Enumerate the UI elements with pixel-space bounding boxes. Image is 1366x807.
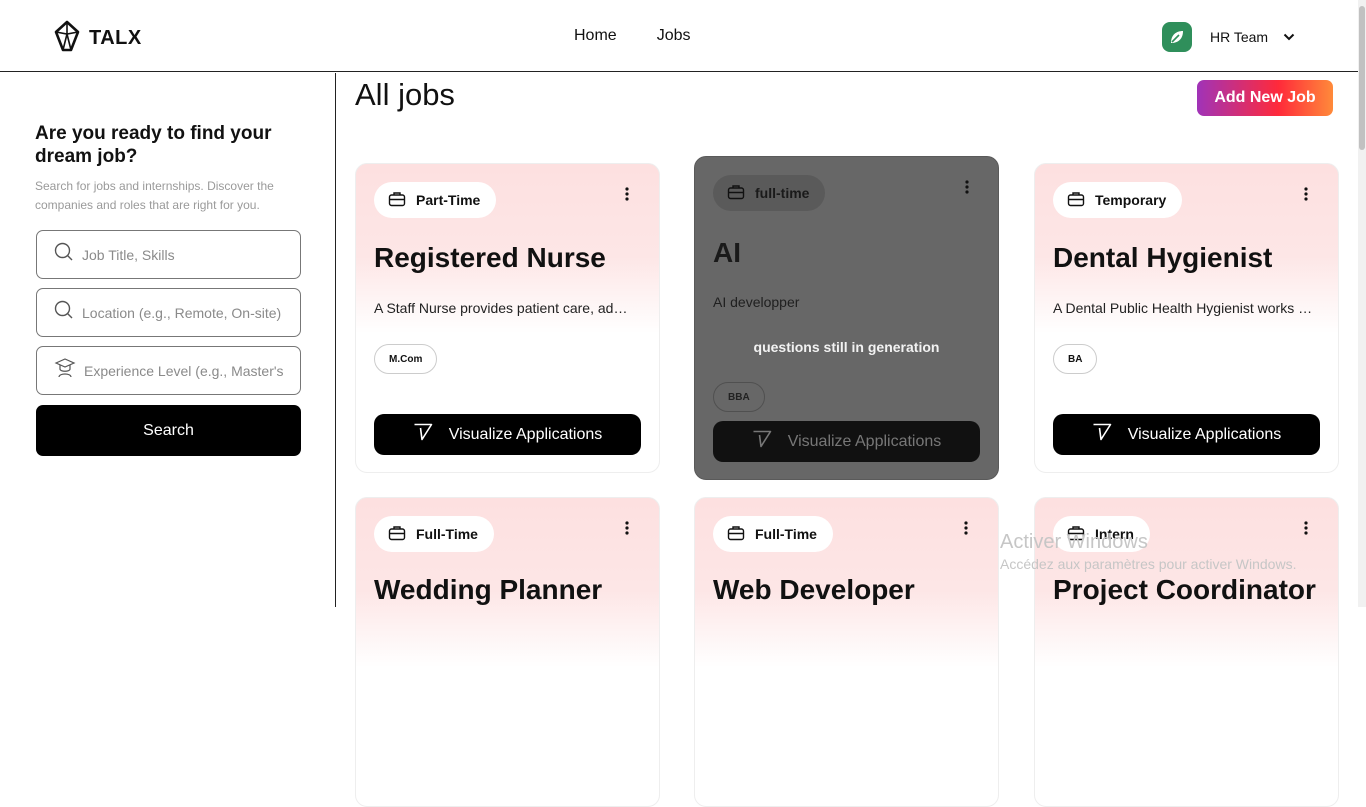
scrollbar-thumb[interactable]	[1359, 6, 1365, 150]
degree-chip: BA	[1053, 344, 1098, 374]
job-title: Wedding Planner	[374, 574, 603, 605]
more-options-icon[interactable]	[620, 520, 634, 536]
job-type-label: Intern	[1095, 526, 1134, 542]
briefcase-icon	[388, 525, 406, 544]
top-header: TALX Home Jobs HR Team	[0, 0, 1358, 72]
graduate-icon	[54, 357, 76, 384]
job-card[interactable]: Full-Time Web Developer	[694, 497, 999, 807]
page-title: All jobs	[355, 77, 455, 112]
funnel-icon	[413, 423, 433, 446]
more-options-icon[interactable]	[959, 520, 973, 536]
briefcase-icon	[1067, 191, 1085, 210]
sidebar-description: Search for jobs and internships. Discove…	[35, 179, 274, 212]
page-scrollbar[interactable]	[1358, 0, 1366, 607]
add-new-job-button[interactable]: Add New Job	[1197, 80, 1333, 116]
job-description: AI developper	[713, 294, 800, 310]
user-name[interactable]: HR Team	[1210, 29, 1268, 45]
chevron-down-icon[interactable]	[1282, 30, 1296, 44]
more-options-icon[interactable]	[1299, 186, 1313, 202]
job-type-label: Full-Time	[755, 526, 817, 542]
more-options-icon[interactable]	[620, 186, 634, 202]
job-type-badge: Intern	[1053, 516, 1150, 552]
funnel-icon	[752, 430, 772, 453]
job-title-input[interactable]	[82, 246, 282, 263]
briefcase-icon	[727, 184, 745, 203]
job-type-badge: Full-Time	[713, 516, 833, 552]
briefcase-icon	[1067, 525, 1085, 544]
job-title-field[interactable]	[36, 230, 301, 279]
location-input[interactable]	[82, 304, 282, 321]
job-type-badge: Temporary	[1053, 182, 1183, 218]
job-type-label: full-time	[755, 185, 810, 201]
degree-chip: M.Com	[374, 344, 438, 374]
job-card[interactable]: Full-Time Wedding Planner	[355, 497, 660, 807]
experience-field[interactable]	[36, 346, 301, 395]
job-type-badge: full-time	[713, 175, 826, 211]
degree-chip: BBA	[713, 382, 765, 412]
job-description: A Dental Public Health Hygienist works t…	[1053, 300, 1315, 316]
logo-icon	[53, 20, 81, 57]
sidebar-title: Are you ready to find your dream job?	[35, 123, 272, 167]
job-card[interactable]: Temporary Dental Hygienist A Dental Publ…	[1034, 163, 1339, 473]
job-type-badge: Full-Time	[374, 516, 494, 552]
briefcase-icon	[388, 191, 406, 210]
job-title: Registered Nurse	[374, 242, 606, 273]
search-icon	[54, 300, 74, 325]
nav-jobs[interactable]: Jobs	[657, 27, 691, 45]
logo-text: TALX	[89, 27, 142, 49]
visualize-applications-button[interactable]: Visualize Applications	[374, 414, 641, 455]
nav-home[interactable]: Home	[574, 27, 617, 45]
leaf-icon	[1171, 31, 1183, 43]
main-nav: Home Jobs	[574, 27, 690, 45]
job-title: Project Coordinator	[1053, 574, 1316, 605]
visualize-applications-button[interactable]: Visualize Applications	[1053, 414, 1320, 455]
more-options-icon[interactable]	[1299, 520, 1313, 536]
job-type-label: Full-Time	[416, 526, 478, 542]
job-title: Dental Hygienist	[1053, 242, 1273, 273]
logo[interactable]: TALX	[53, 20, 142, 57]
visualize-applications-button[interactable]: Visualize Applications	[713, 421, 980, 462]
funnel-icon	[1092, 423, 1112, 446]
job-card[interactable]: Intern Project Coordinator	[1034, 497, 1339, 807]
job-type-label: Temporary	[1095, 192, 1167, 208]
visualize-label: Visualize Applications	[787, 432, 942, 450]
job-title: AI	[713, 237, 741, 268]
job-type-badge: Part-Time	[374, 182, 497, 218]
job-card[interactable]: Part-Time Registered Nurse A Staff Nurse…	[355, 163, 660, 473]
search-sidebar: Are you ready to find your dream job? Se…	[0, 73, 336, 607]
job-title: Web Developer	[713, 574, 915, 605]
experience-input[interactable]	[84, 362, 284, 379]
search-icon	[54, 242, 74, 267]
location-field[interactable]	[36, 288, 301, 337]
visualize-label: Visualize Applications	[448, 425, 603, 443]
job-card[interactable]: full-time AI AI developper questions sti…	[694, 156, 999, 480]
job-description: A Staff Nurse provides patient care, adm…	[374, 300, 636, 316]
job-type-label: Part-Time	[416, 192, 481, 208]
user-menu[interactable]: HR Team	[1162, 22, 1296, 52]
generation-status: questions still in generation	[753, 339, 940, 355]
briefcase-icon	[727, 525, 745, 544]
more-options-icon[interactable]	[960, 179, 974, 195]
visualize-label: Visualize Applications	[1127, 425, 1282, 443]
search-button[interactable]: Search	[36, 405, 301, 456]
avatar[interactable]	[1162, 22, 1192, 52]
